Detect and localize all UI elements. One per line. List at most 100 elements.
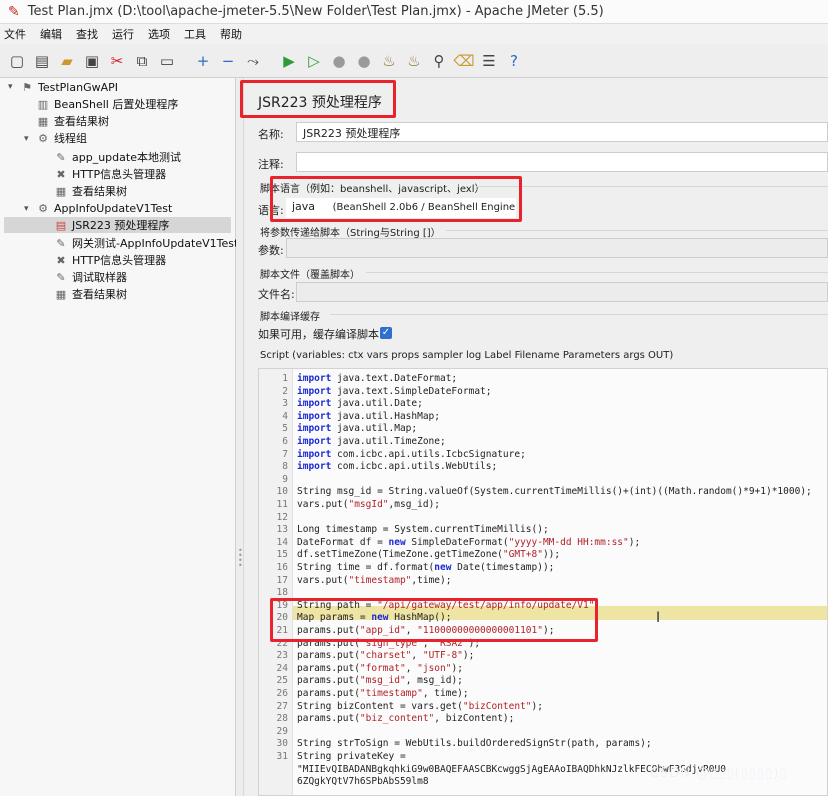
menu-tools[interactable]: 工具	[184, 26, 206, 42]
line-number: 14	[276, 536, 288, 548]
editor-panel: JSR223 预处理程序 名称: JSR223 预处理程序 注释: 脚本语言（例…	[240, 78, 828, 796]
remove-icon[interactable]: −	[217, 50, 239, 72]
filename-label: 文件名:	[258, 288, 295, 301]
script-editor[interactable]: 1 2 3 4 5 6 7 8 9 10 11 12 13 14 15 16 17 18 19 20 21 22 23 24 2…	[258, 368, 828, 796]
test-plan-icon: ⚑	[22, 80, 32, 94]
start-no-pause-icon[interactable]: ▷	[303, 50, 325, 72]
add-icon[interactable]: +	[192, 50, 214, 72]
wrench-icon: ✖	[56, 167, 66, 181]
tree-item-beanshell-post[interactable]: ▥ BeanShell 后置处理程序	[36, 96, 179, 112]
cache-group-title: 脚本编译缓存	[260, 312, 320, 323]
script-file-group-title: 脚本文件（覆盖脚本）	[260, 270, 360, 281]
menu-edit[interactable]: 编辑	[40, 26, 62, 42]
group-divider	[330, 314, 828, 315]
code-line: vars.put("timestamp",time);	[297, 574, 452, 586]
code-line: params.put("biz_content", bizContent);	[297, 713, 515, 725]
line-number: 2	[282, 385, 288, 397]
splitter-grip-icon: • • • •	[238, 546, 243, 570]
line-number: 4	[282, 410, 288, 422]
menu-file[interactable]: 文件	[4, 26, 26, 42]
clear-icon[interactable]: ♨	[378, 50, 400, 72]
line-number: 28	[276, 713, 288, 725]
shutdown-icon[interactable]: ●	[353, 50, 375, 72]
tree-item-thread-group[interactable]: ⚙ 线程组	[36, 130, 87, 146]
code-line: Long timestamp = System.currentTimeMilli…	[297, 524, 549, 536]
line-number: 6	[282, 436, 288, 447]
toggle-icon[interactable]: ⤳	[242, 50, 264, 72]
tree-item-results-tree[interactable]: ▦ 查看结果树	[54, 183, 127, 199]
code-line: vars.put("msgId",msg_id);	[297, 499, 441, 510]
new-icon[interactable]: ▢	[6, 50, 28, 72]
start-icon[interactable]: ▶	[278, 50, 300, 72]
cut-icon[interactable]: ✂	[106, 50, 128, 72]
open-icon[interactable]: ▰	[56, 50, 78, 72]
menu-bar: 文件 编辑 查找 运行 选项 工具 帮助	[0, 24, 828, 44]
tree-item-debug-sampler[interactable]: ✎ 调试取样器	[54, 269, 127, 285]
menu-search[interactable]: 查找	[76, 26, 98, 42]
line-number: 7	[282, 448, 288, 460]
comment-field[interactable]	[296, 152, 828, 172]
search-icon[interactable]: ⚲	[428, 50, 450, 72]
template-icon[interactable]: ▤	[31, 50, 53, 72]
code-line: params.put("charset", "UTF-8");	[297, 650, 475, 662]
parameters-field[interactable]	[286, 238, 828, 258]
filename-field[interactable]	[296, 282, 828, 302]
line-number: 26	[276, 688, 288, 699]
reset-search-icon[interactable]: ⌫	[453, 50, 475, 72]
code-line: import com.icbc.api.utils.WebUtils;	[297, 461, 498, 473]
code-line: import java.util.TimeZone;	[297, 436, 446, 447]
tree-item-http-header[interactable]: ✖ HTTP信息头管理器	[54, 166, 166, 182]
pane-splitter[interactable]: • • • •	[236, 78, 244, 796]
tree-item-http-header[interactable]: ✖ HTTP信息头管理器	[54, 252, 166, 268]
menu-options[interactable]: 选项	[148, 26, 170, 42]
text-cursor-icon: I	[656, 610, 661, 626]
toolbar-separator	[267, 50, 275, 72]
tree-item-appinfo-thread-group[interactable]: ⚙ AppInfoUpdateV1Test	[36, 200, 172, 216]
line-number: 10	[276, 486, 288, 498]
line-number: 25	[276, 675, 288, 687]
paste-icon[interactable]: ▭	[156, 50, 178, 72]
menu-help[interactable]: 帮助	[220, 26, 242, 42]
code-line: params.put("timestamp", time);	[297, 688, 469, 699]
line-number: 12	[276, 511, 288, 523]
code-line: params.put("msg_id", msg_id);	[297, 675, 463, 687]
clear-all-icon[interactable]: ♨	[403, 50, 425, 72]
tree-item-results-tree[interactable]: ▦ 查看结果树	[36, 113, 109, 129]
collapse-caret-icon[interactable]: ▾	[24, 134, 29, 144]
line-number: 29	[276, 725, 288, 737]
comment-label: 注释:	[258, 158, 284, 171]
annotation-box	[240, 80, 396, 118]
line-number: 15	[276, 549, 288, 561]
code-line: 6ZQgkYQtV7h6SPbAbS59lm8	[297, 776, 429, 788]
tree-item-results-tree[interactable]: ▦ 查看结果树	[54, 286, 127, 302]
menu-run[interactable]: 运行	[112, 26, 134, 42]
help-icon[interactable]: ?	[503, 50, 525, 72]
tree-item-gateway-test[interactable]: ✎ 网关测试-AppInfoUpdateV1Test	[54, 235, 238, 251]
code-line: params.put("format", "json");	[297, 662, 463, 674]
jmeter-feather-icon: ✎	[8, 3, 20, 20]
code-line: df.setTimeZone(TimeZone.getTimeZone("GMT…	[297, 549, 561, 561]
tree-item-app-update-local[interactable]: ✎ app_update本地测试	[54, 149, 181, 165]
group-divider	[476, 186, 828, 187]
code-line: String strToSign = WebUtils.buildOrdered…	[297, 738, 652, 750]
copy-icon[interactable]: ⧉	[131, 50, 153, 72]
code-line: import java.util.Map;	[297, 423, 418, 435]
line-number: 23	[276, 650, 288, 662]
collapse-caret-icon[interactable]: ▾	[24, 204, 29, 214]
line-number: 16	[276, 562, 288, 573]
line-number: 9	[282, 473, 288, 485]
tree-root[interactable]: ⚑ TestPlanGwAPI	[20, 79, 118, 95]
code-line: import java.text.SimpleDateFormat;	[297, 385, 492, 397]
toolbar: ▢ ▤ ▰ ▣ ✂ ⧉ ▭ + − ⤳ ▶ ▷ ● ● ♨ ♨ ⚲ ⌫ ☰ ?	[0, 44, 828, 78]
name-field[interactable]: JSR223 预处理程序	[296, 122, 828, 142]
stop-icon[interactable]: ●	[328, 50, 350, 72]
window-title: Test Plan.jmx (D:\tool\apache-jmeter-5.5…	[27, 4, 604, 19]
function-helper-icon[interactable]: ☰	[478, 50, 500, 72]
cache-label: 如果可用，缓存编译脚本:	[258, 328, 383, 341]
watermark: CSDN @▯▯▯(▯▯▯▯)▯	[650, 766, 788, 781]
cache-checkbox[interactable]: ✓	[380, 327, 392, 339]
collapse-caret-icon[interactable]: ▾	[8, 82, 13, 92]
annotation-box	[270, 176, 522, 222]
tree-item-jsr223-preprocessor[interactable]: ▤ JSR223 预处理程序	[4, 217, 231, 233]
save-icon[interactable]: ▣	[81, 50, 103, 72]
